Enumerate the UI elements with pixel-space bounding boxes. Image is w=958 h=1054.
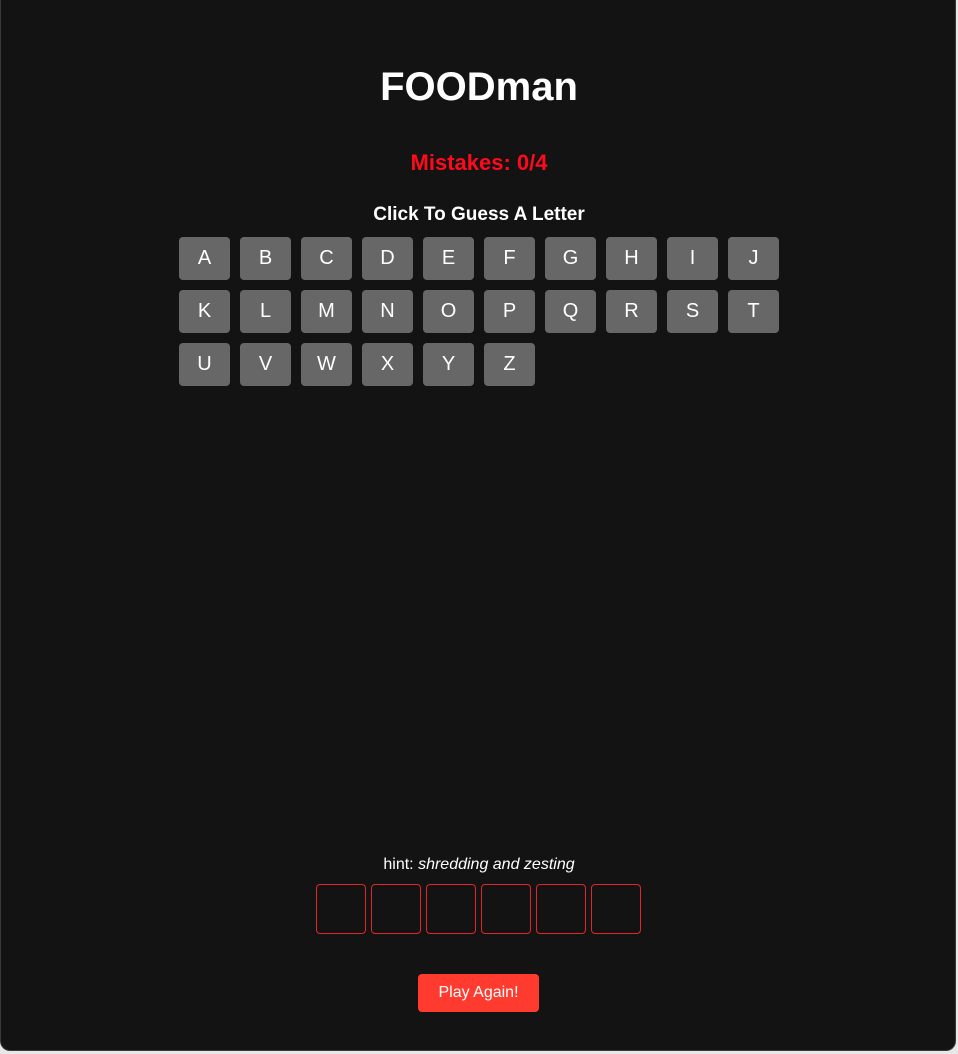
letter-key-l[interactable]: L: [240, 290, 291, 333]
letter-key-p[interactable]: P: [484, 290, 535, 333]
letter-key-c[interactable]: C: [301, 237, 352, 280]
word-slot: [536, 884, 586, 934]
game-window: FOODman Mistakes: 0/4 Click To Guess A L…: [0, 0, 956, 1051]
letter-key-r[interactable]: R: [606, 290, 657, 333]
letter-key-a[interactable]: A: [179, 237, 230, 280]
letter-key-v[interactable]: V: [240, 343, 291, 386]
word-slots: [316, 884, 641, 934]
letter-key-g[interactable]: G: [545, 237, 596, 280]
letter-key-j[interactable]: J: [728, 237, 779, 280]
letter-key-m[interactable]: M: [301, 290, 352, 333]
letter-key-f[interactable]: F: [484, 237, 535, 280]
word-slot: [371, 884, 421, 934]
word-slot: [426, 884, 476, 934]
letter-keyboard: ABCDEFGHIJ KLMNOPQRST UVWXYZ: [179, 237, 789, 386]
letter-key-s[interactable]: S: [667, 290, 718, 333]
letter-key-b[interactable]: B: [240, 237, 291, 280]
guess-instruction: Click To Guess A Letter: [373, 204, 585, 225]
hint-label: hint:: [383, 856, 414, 873]
letter-key-n[interactable]: N: [362, 290, 413, 333]
letter-key-k[interactable]: K: [179, 290, 230, 333]
letter-key-h[interactable]: H: [606, 237, 657, 280]
letter-key-x[interactable]: X: [362, 343, 413, 386]
letter-key-y[interactable]: Y: [423, 343, 474, 386]
hint-text: shredding and zesting: [418, 856, 575, 873]
letter-key-d[interactable]: D: [362, 237, 413, 280]
letter-key-z[interactable]: Z: [484, 343, 535, 386]
game-title: FOODman: [380, 65, 578, 109]
hint: hint: shredding and zesting: [1, 855, 957, 875]
mistakes-counter: Mistakes: 0/4: [410, 150, 548, 175]
play-again-button[interactable]: Play Again!: [418, 974, 539, 1012]
word-slot: [316, 884, 366, 934]
letter-key-w[interactable]: W: [301, 343, 352, 386]
letter-key-i[interactable]: I: [667, 237, 718, 280]
word-slot: [481, 884, 531, 934]
letter-key-o[interactable]: O: [423, 290, 474, 333]
letter-key-e[interactable]: E: [423, 237, 474, 280]
letter-key-t[interactable]: T: [728, 290, 779, 333]
letter-key-q[interactable]: Q: [545, 290, 596, 333]
letter-key-u[interactable]: U: [179, 343, 230, 386]
word-slot: [591, 884, 641, 934]
